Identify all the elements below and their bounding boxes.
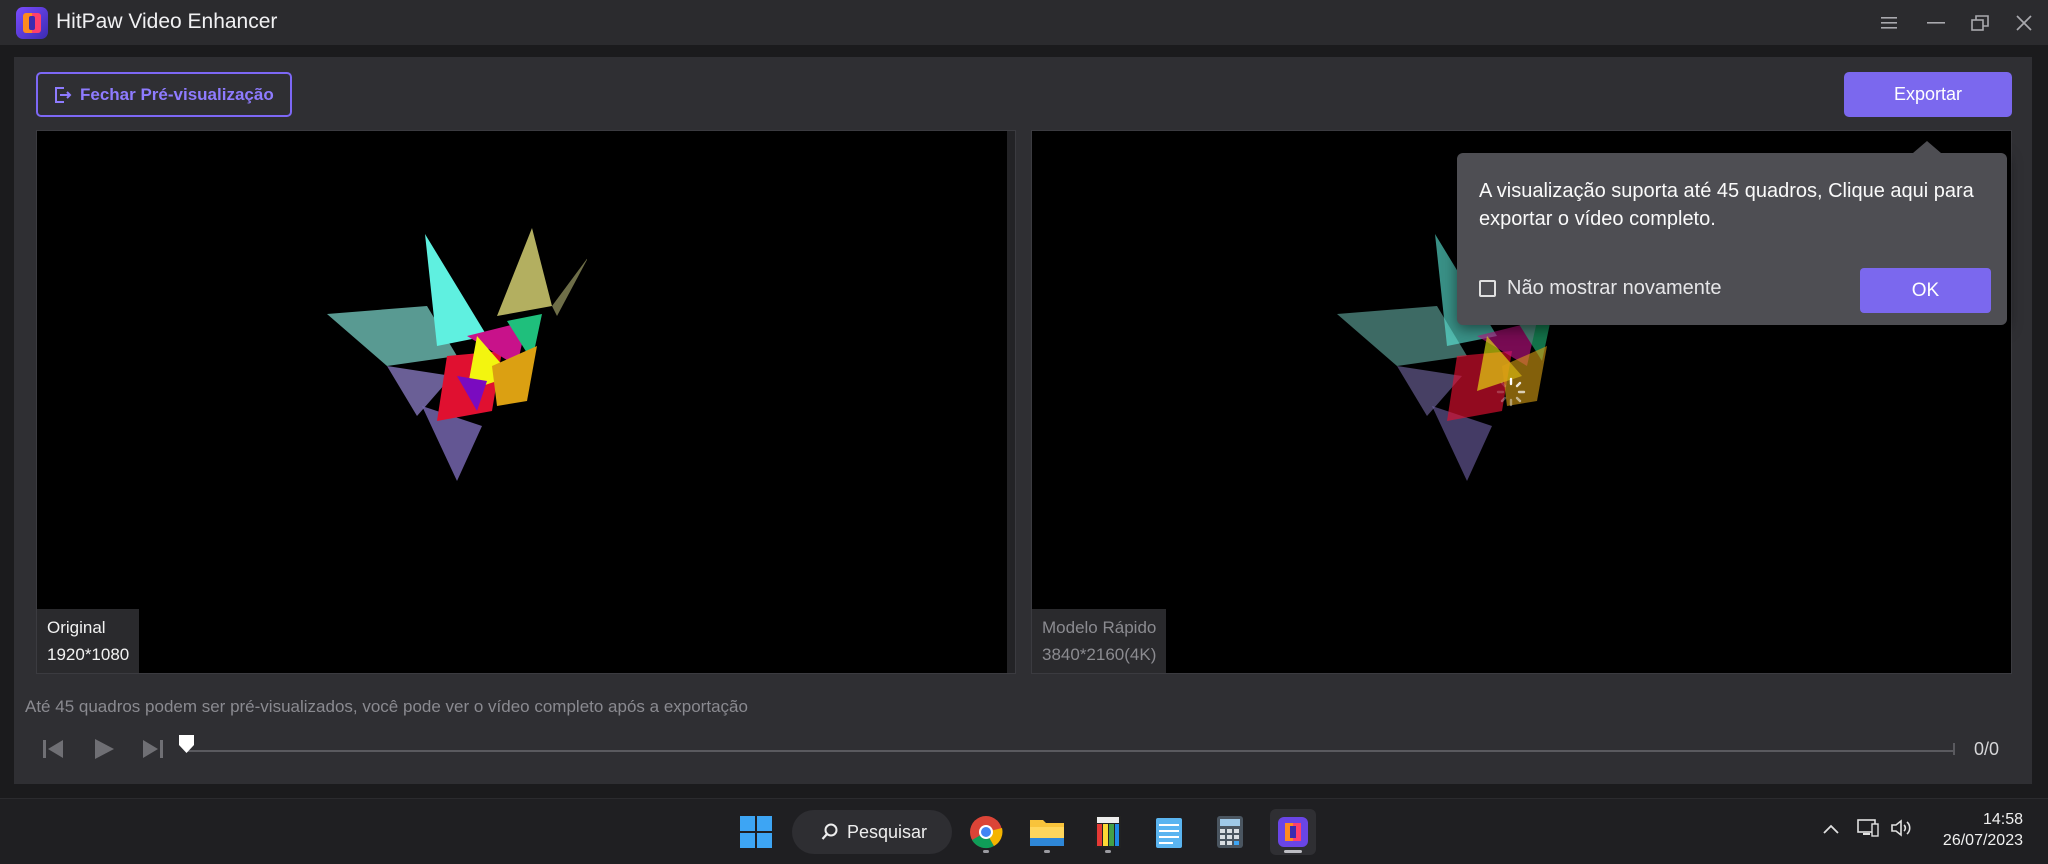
play-icon[interactable] (92, 737, 116, 766)
enhanced-resolution: 3840*2160(4K) (1042, 645, 1157, 664)
dont-show-again-checkbox[interactable]: Não mostrar novamente (1479, 277, 1722, 300)
search-icon (821, 823, 838, 840)
preview-limit-note: Até 45 quadros podem ser pré-visualizado… (25, 697, 748, 716)
original-model-name: Original (47, 618, 106, 637)
menu-icon[interactable] (1874, 8, 1904, 38)
title-bar: HitPaw Video Enhancer (0, 0, 2048, 45)
timeline-end-marker (1953, 743, 1955, 755)
hitpaw-logo-icon (16, 7, 48, 39)
app-title: HitPaw Video Enhancer (56, 10, 278, 33)
preview-limit-tooltip: A visualização suporta até 45 quadros, C… (1457, 141, 2007, 325)
clock-time: 14:58 (1982, 811, 2023, 828)
hitpaw-taskbar-icon[interactable] (1270, 809, 1316, 855)
dont-show-again-label[interactable]: Não mostrar novamente (1507, 277, 1722, 300)
timeline-track[interactable] (186, 750, 1953, 752)
ok-button[interactable]: OK (1860, 268, 1991, 313)
windows-start-icon[interactable] (733, 809, 779, 855)
export-button[interactable]: Exportar (1844, 72, 2012, 117)
checkbox-box[interactable] (1479, 280, 1496, 297)
chrome-icon[interactable] (963, 809, 1009, 855)
tooltip-message[interactable]: A visualização suporta até 45 quadros, C… (1479, 177, 1989, 233)
enhanced-resolution-label: Modelo Rápido 3840*2160(4K) (1032, 609, 1167, 673)
previous-frame-icon[interactable] (41, 737, 65, 766)
search-label: Pesquisar (847, 821, 928, 842)
frame-counter: 0/0 (1974, 739, 2000, 759)
next-frame-icon[interactable] (141, 737, 165, 766)
notepad-icon[interactable] (1146, 809, 1192, 855)
close-preview-label: Fechar Pré-visualização (80, 84, 274, 104)
taskbar-search[interactable]: Pesquisar (792, 810, 952, 854)
close-icon[interactable] (2009, 8, 2039, 38)
windows-taskbar: Pesquisar 14:58 26/07/2023 (0, 798, 2048, 864)
studio-app-icon[interactable] (1085, 809, 1131, 855)
main-panel: Fechar Pré-visualização Exportar Origina… (14, 57, 2032, 784)
enhanced-model-name: Modelo Rápido (1042, 618, 1157, 637)
chevron-up-icon[interactable] (1823, 821, 1839, 839)
minimize-icon[interactable] (1921, 8, 1951, 38)
original-preview-pane: Original 1920*1080 (36, 130, 1016, 674)
restore-icon[interactable] (1965, 8, 1995, 38)
original-resolution-label: Original 1920*1080 (37, 609, 140, 673)
calculator-icon[interactable] (1207, 809, 1253, 855)
network-icon[interactable] (1857, 818, 1879, 843)
playhead-handle[interactable] (178, 734, 195, 754)
exit-preview-icon (55, 86, 72, 103)
close-preview-button[interactable]: Fechar Pré-visualização (36, 72, 292, 117)
system-clock[interactable]: 14:58 26/07/2023 (1943, 809, 2023, 851)
file-explorer-icon[interactable] (1024, 809, 1070, 855)
loading-spinner-icon (1496, 377, 1526, 407)
clock-date: 26/07/2023 (1942, 832, 2023, 849)
volume-icon[interactable] (1890, 818, 1912, 843)
original-video-frame (327, 228, 587, 481)
original-resolution: 1920*1080 (47, 645, 130, 664)
